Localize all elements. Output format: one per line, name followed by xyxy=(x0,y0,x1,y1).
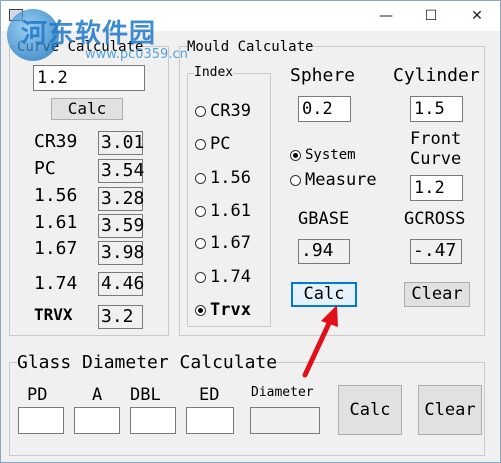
radio-icon xyxy=(195,271,206,283)
watermark-title: 河东软件园 xyxy=(21,19,157,49)
curve-label-trvx: TRVX xyxy=(34,305,73,324)
glass-clear-button[interactable]: Clear xyxy=(418,385,482,435)
curve-value-156: 3.28 xyxy=(98,187,144,211)
pd-input[interactable] xyxy=(18,407,64,434)
curve-label-cr39: CR39 xyxy=(34,131,78,152)
curve-value-161: 3.59 xyxy=(98,214,144,238)
curve-label-pc: PC xyxy=(34,158,56,179)
close-button[interactable]: ✕ xyxy=(467,7,487,25)
curve-value-trvx: 3.2 xyxy=(98,305,143,329)
index-title: Index xyxy=(194,65,234,80)
annotation-arrow-icon xyxy=(302,305,338,378)
maximize-button[interactable]: ☐ xyxy=(421,7,441,25)
radio-icon xyxy=(195,105,206,117)
a-label: A xyxy=(92,385,103,405)
curve-value-cr39: 3.01 xyxy=(98,131,144,155)
dbl-label: DBL xyxy=(130,385,161,405)
radio-icon xyxy=(195,138,206,150)
radio-icon xyxy=(195,205,206,217)
radio-icon xyxy=(290,174,301,186)
watermark-url: www.pc0359.cn xyxy=(85,47,188,62)
curve-label-156: 1.56 xyxy=(34,185,78,206)
mould-clear-button[interactable]: Clear xyxy=(404,282,470,307)
minimize-button[interactable]: — xyxy=(376,7,396,25)
gbase-label: GBASE xyxy=(298,209,350,229)
glass-calc-button[interactable]: Calc xyxy=(338,385,402,435)
sphere-label: Sphere xyxy=(290,65,356,86)
dbl-input[interactable] xyxy=(130,407,176,434)
index-option-156[interactable]: 1.56 xyxy=(195,168,251,188)
mould-calculate-title: Mould Calculate xyxy=(187,39,314,55)
mode-measure-radio[interactable]: Measure xyxy=(290,170,377,190)
diameter-output xyxy=(250,407,320,434)
curve-input[interactable]: 1.2 xyxy=(33,65,145,91)
curve-calc-button[interactable]: Calc xyxy=(51,98,123,120)
radio-selected-icon xyxy=(195,304,206,316)
front-curve-input[interactable]: 1.2 xyxy=(410,175,463,201)
front-curve-label-2: Curve xyxy=(410,149,462,169)
glass-diameter-title: Glass Diameter Calculate xyxy=(17,352,278,373)
index-option-161[interactable]: 1.61 xyxy=(195,201,251,221)
a-input[interactable] xyxy=(74,407,120,434)
radio-icon xyxy=(195,172,206,184)
radio-selected-icon xyxy=(290,149,301,161)
diameter-label: Diameter xyxy=(251,385,314,400)
curve-value-pc: 3.54 xyxy=(98,159,144,183)
curve-value-167: 3.98 xyxy=(98,241,144,265)
mode-system-radio[interactable]: System xyxy=(290,147,356,163)
curve-label-167: 1.67 xyxy=(34,238,78,259)
app-window: — ☐ ✕ Curve Calculate 1.2 Calc CR39 3.01… xyxy=(0,0,501,463)
ed-input[interactable] xyxy=(186,407,234,434)
radio-icon xyxy=(195,237,206,249)
index-option-trvx[interactable]: Trvx xyxy=(195,300,251,320)
curve-label-174: 1.74 xyxy=(34,273,78,294)
index-option-pc[interactable]: PC xyxy=(195,134,230,154)
curve-label-161: 1.61 xyxy=(34,212,78,233)
index-option-cr39[interactable]: CR39 xyxy=(195,101,251,121)
gbase-value: .94 xyxy=(298,239,350,264)
cylinder-label: Cylinder xyxy=(393,65,480,86)
index-option-167[interactable]: 1.67 xyxy=(195,233,251,253)
index-option-174[interactable]: 1.74 xyxy=(195,267,251,287)
cylinder-input[interactable]: 1.5 xyxy=(410,96,463,122)
gcross-value: -.47 xyxy=(410,239,462,264)
curve-value-174: 4.46 xyxy=(98,272,144,296)
ed-label: ED xyxy=(199,385,220,405)
pd-label: PD xyxy=(27,385,48,405)
sphere-input[interactable]: 0.2 xyxy=(298,96,351,122)
front-curve-label-1: Front xyxy=(410,129,462,149)
gcross-label: GCROSS xyxy=(404,209,466,229)
